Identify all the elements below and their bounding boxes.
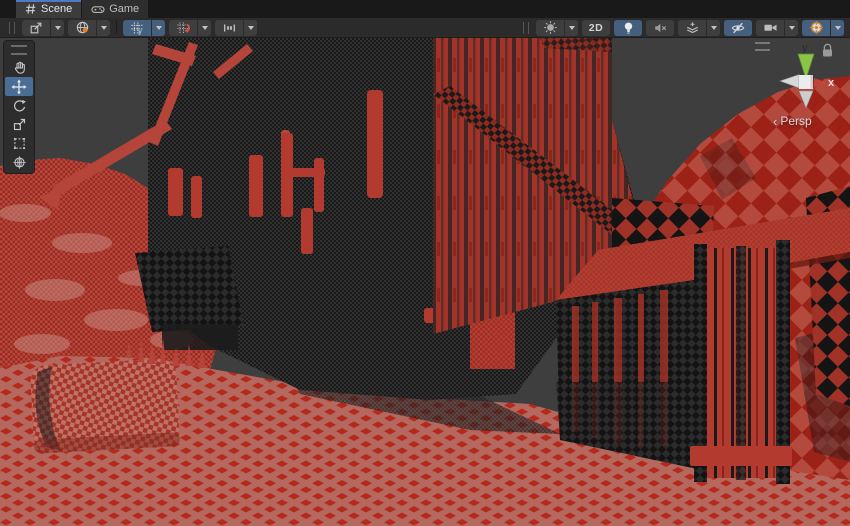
increment-snap-group: [215, 20, 257, 36]
camera-group: [756, 20, 798, 36]
tab-bar: Scene Game: [0, 0, 850, 18]
trough[interactable]: [30, 358, 180, 454]
grid-y-icon: y: [130, 21, 144, 35]
2d-mode-button[interactable]: 2D: [582, 20, 610, 36]
overlay-drag-handle[interactable]: [523, 22, 529, 34]
rock[interactable]: [135, 246, 244, 332]
gizmo-y-axis-label: y: [802, 42, 808, 54]
chevron-down-icon: [101, 26, 107, 30]
tab-game[interactable]: Game: [82, 0, 148, 18]
svg-text:y: y: [138, 28, 142, 34]
speaker-muted-icon: [653, 21, 668, 35]
grid-hash-icon: [25, 3, 37, 15]
tools-overlay: [3, 40, 35, 174]
tab-scene-label: Scene: [41, 3, 72, 15]
tool-settings-pivot-group: [22, 20, 64, 36]
view-hand-tool[interactable]: [5, 58, 33, 77]
visibility-group: [724, 20, 752, 36]
projection-toggle[interactable]: ‹ Persp: [773, 114, 812, 128]
move-tool[interactable]: [5, 77, 33, 96]
chevron-down-icon: [55, 26, 61, 30]
draw-mode-button[interactable]: [536, 20, 564, 36]
rect-tool[interactable]: [5, 134, 33, 153]
mode-2d-group: 2D: [582, 20, 610, 36]
snap-brackets-icon: [222, 21, 237, 35]
scene-lighting-button[interactable]: [614, 20, 642, 36]
chevron-down-icon: [789, 26, 795, 30]
tools-overlay-drag-handle[interactable]: [11, 45, 27, 55]
handle-orientation-button[interactable]: [68, 20, 96, 36]
increment-snap-dropdown[interactable]: [244, 20, 257, 36]
gizmo-down-cone[interactable]: [799, 91, 813, 108]
gizmo-cube-shade: [811, 75, 814, 89]
scale-tool[interactable]: [5, 115, 33, 134]
pivot-mode-dropdown[interactable]: [51, 20, 64, 36]
snap-to-grid-button[interactable]: [169, 20, 197, 36]
gizmos-group: [802, 20, 844, 36]
video-camera-icon: [763, 21, 778, 34]
grid-red-arrow-icon: [176, 21, 190, 35]
scene-visibility-button[interactable]: [724, 20, 752, 36]
gizmo-x-axis-label: x: [828, 77, 835, 89]
shaded-sphere-icon: [543, 20, 558, 35]
scene-effects-button[interactable]: [678, 20, 706, 36]
snap-to-grid-group: [169, 20, 211, 36]
scene-toolbar-right-group: 2D: [518, 20, 846, 36]
tab-game-label: Game: [109, 3, 139, 15]
camera-settings-button[interactable]: [756, 20, 784, 36]
camera-settings-dropdown[interactable]: [785, 20, 798, 36]
gizmo-target-icon: [809, 20, 824, 35]
chevron-down-icon: [202, 26, 208, 30]
audio-group: [646, 20, 674, 36]
scene-viewport[interactable]: y x ‹ Persp: [0, 38, 850, 526]
chevron-down-icon: [835, 26, 841, 30]
2d-mode-label: 2D: [589, 22, 603, 34]
pivot-square-arrow-icon: [29, 21, 43, 35]
grid-visibility-button[interactable]: y: [123, 20, 151, 36]
gate-rail: [690, 446, 792, 466]
move-arrows-icon: [11, 79, 27, 95]
chevron-down-icon: [711, 26, 717, 30]
lightbulb-icon: [622, 21, 635, 35]
draw-mode-group: [536, 20, 578, 36]
handle-orientation-group: [68, 20, 110, 36]
eye-slash-icon: [730, 21, 746, 35]
hand-icon: [12, 60, 27, 75]
chevron-down-icon: [569, 26, 575, 30]
pivot-mode-button[interactable]: [22, 20, 50, 36]
lighting-group: [614, 20, 642, 36]
rotate-arrows-icon: [12, 98, 27, 113]
rect-dashed-icon: [12, 136, 27, 151]
gamepad-icon: [91, 3, 105, 15]
projection-label: Persp: [780, 114, 811, 128]
gizmos-button[interactable]: [802, 20, 830, 36]
scale-icon: [12, 117, 27, 132]
gizmo-left-cone[interactable]: [780, 75, 799, 89]
transform-tool[interactable]: [5, 153, 33, 172]
effects-group: [678, 20, 720, 36]
grid-visibility-dropdown[interactable]: [152, 20, 165, 36]
rotate-tool[interactable]: [5, 96, 33, 115]
planter-box: [162, 324, 238, 350]
handle-orientation-dropdown[interactable]: [97, 20, 110, 36]
gizmos-dropdown[interactable]: [831, 20, 844, 36]
transform-sphere-icon: [12, 155, 27, 170]
increment-snap-button[interactable]: [215, 20, 243, 36]
chevron-down-icon: [248, 26, 254, 30]
scene-render[interactable]: [0, 38, 850, 526]
persp-arrow-icon: ‹: [773, 115, 777, 128]
gizmo-x-cone[interactable]: [814, 78, 827, 88]
globe-icon: [75, 20, 90, 35]
scene-audio-button[interactable]: [646, 20, 674, 36]
scene-view-toolbar: y: [0, 18, 850, 38]
effects-star-icon: [685, 21, 700, 35]
tab-scene[interactable]: Scene: [16, 0, 81, 18]
toolbar-separator: [116, 21, 117, 34]
draw-mode-dropdown[interactable]: [565, 20, 578, 36]
grid-visibility-group: y: [123, 20, 165, 36]
overlay-drag-handle[interactable]: [9, 22, 15, 34]
scene-effects-dropdown[interactable]: [707, 20, 720, 36]
chevron-down-icon: [156, 26, 162, 30]
snap-to-grid-dropdown[interactable]: [198, 20, 211, 36]
